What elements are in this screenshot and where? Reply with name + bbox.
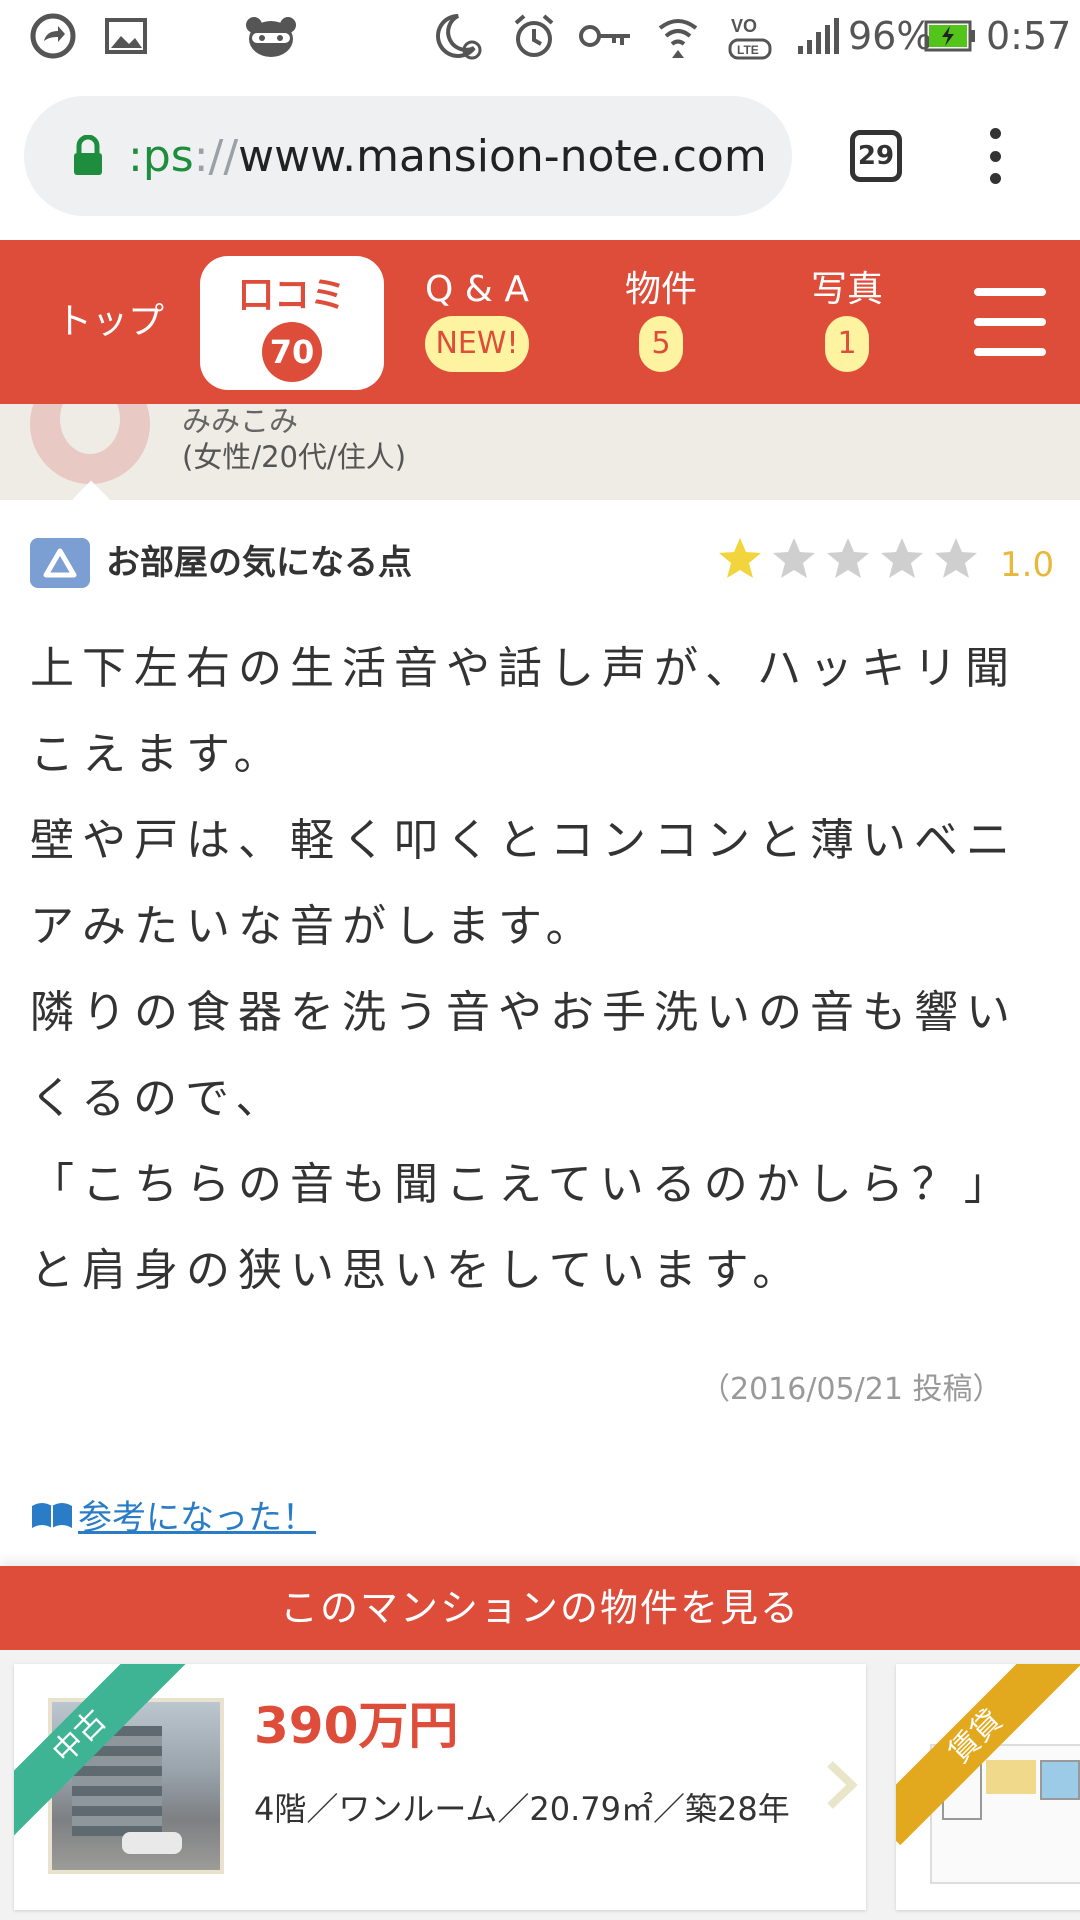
svg-text:LTE: LTE [737, 43, 759, 57]
review-line: こえます。 [30, 729, 286, 780]
do-not-disturb-moon-icon [434, 14, 484, 60]
nav-listings-tab[interactable]: 物件 5 [586, 240, 736, 404]
review-line: 壁や戸は、軽く叩くとコンコンと薄いベニ [30, 815, 1018, 866]
book-icon [32, 1502, 72, 1528]
bear-app-icon [244, 14, 298, 58]
rating-value: 1.0 [1000, 545, 1055, 585]
helpful-link[interactable]: 参考になった！ [78, 1490, 316, 1539]
chevron-right-icon[interactable] [824, 1760, 858, 1810]
url-slashes: :// [193, 130, 239, 182]
alarm-icon [512, 14, 556, 58]
vpn-key-icon [578, 14, 634, 58]
review-line: と肩身の狭い思いをしています。 [30, 1245, 805, 1296]
review-line: アみたいな音がします。 [30, 901, 598, 952]
url-text[interactable]: :ps://www.mansion-note.com [128, 131, 767, 182]
star-icon [719, 538, 761, 578]
listings-carousel: 中古 390万円 4階／ワンルーム／20.79㎡／築28年 賃貸 [0, 1650, 1080, 1920]
volte-icon: VO LTE [728, 14, 774, 60]
review-body: 上下左右の生活音や話し声が、ハッキリ聞 こえます。壁や戸は、軽く叩くとコンコンと薄… [30, 626, 1050, 1314]
nav-reviews-tab[interactable]: 口コミ 70 [200, 256, 384, 390]
browser-menu-icon[interactable] [980, 128, 1010, 184]
reviews-count-badge: 70 [262, 322, 322, 382]
lock-icon [74, 135, 102, 175]
review-line: 「こちらの音も聞こえているのかしら？」 [30, 1159, 1016, 1210]
listing-details: 4階／ワンルーム／20.79㎡／築28年 [254, 1790, 790, 1828]
listing-card[interactable]: 中古 390万円 4階／ワンルーム／20.79㎡／築28年 [14, 1664, 866, 1910]
nav-qa-label: Q & A [425, 269, 529, 310]
reviewer-strip: みみこみ (女性/20代/住人) [0, 404, 1080, 500]
listing-card[interactable]: 賃貸 [896, 1664, 1080, 1910]
helpful-row[interactable]: 参考になった！ [30, 1490, 316, 1539]
tab-switcher-button[interactable]: 29 [850, 130, 902, 182]
wifi-icon [656, 14, 700, 58]
nav-qa-tab[interactable]: Q & A NEW! [400, 240, 554, 404]
svg-text:VO: VO [731, 16, 757, 36]
hamburger-menu-icon[interactable] [974, 288, 1046, 356]
listings-banner[interactable]: このマンションの物件を見る [0, 1566, 1080, 1650]
review-line: 隣りの食器を洗う音やお手洗いの音も響い [30, 987, 1018, 1038]
status-bar: VO LTE 96% 0:57 [0, 0, 1080, 72]
listing-price: 390万円 [254, 1697, 459, 1755]
nav-listings-label: 物件 [624, 269, 697, 310]
address-bar[interactable]: :ps://www.mansion-note.com [24, 96, 792, 216]
browser-toolbar: :ps://www.mansion-note.com 29 [0, 72, 1080, 240]
review-line: くるので、 [30, 1073, 288, 1124]
nav-top[interactable]: トップ [30, 240, 190, 404]
posted-date: （2016/05/21 投稿） [700, 1372, 1003, 1407]
star-icon [881, 538, 923, 578]
avatar [30, 404, 150, 484]
star-icon [935, 538, 977, 578]
photos-count-badge: 1 [825, 316, 869, 372]
review-header: お部屋の気になる点 1.0 [30, 536, 1054, 592]
reviewer-meta: (女性/20代/住人) [182, 440, 407, 474]
image-icon [104, 14, 148, 58]
review-title: お部屋の気になる点 [106, 543, 412, 583]
nav-photos-label: 写真 [810, 269, 883, 310]
screen-share-icon [30, 13, 76, 59]
star-rating [718, 536, 978, 580]
nav-reviews-label: 口コミ [237, 275, 346, 316]
battery-icon [924, 14, 976, 58]
warning-triangle-icon [30, 538, 90, 588]
battery-percent: 96% [848, 14, 933, 58]
clock: 0:57 [986, 14, 1072, 58]
review-line: 上下左右の生活音や話し声が、ハッキリ聞 [30, 643, 1018, 694]
star-icon [773, 538, 815, 578]
site-nav: トップ 口コミ 70 Q & A NEW! 物件 5 写真 1 [0, 240, 1080, 404]
listings-count-badge: 5 [639, 316, 683, 372]
url-scheme: :ps [128, 130, 194, 182]
url-host: www.mansion-note.com [238, 130, 767, 182]
nav-photos-tab[interactable]: 写真 1 [772, 240, 922, 404]
qa-new-badge: NEW! [425, 316, 529, 372]
signal-icon [796, 14, 840, 58]
star-icon [827, 538, 869, 578]
